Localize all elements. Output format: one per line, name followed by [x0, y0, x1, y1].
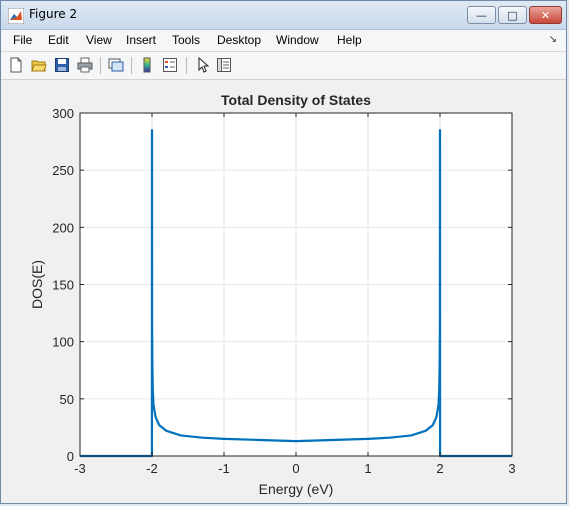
toolbar-separator	[186, 57, 187, 74]
property-inspector-button[interactable]	[215, 56, 233, 74]
y-tick-label: 300	[52, 106, 74, 121]
y-tick-label: 150	[52, 278, 74, 293]
maximize-button[interactable]: □	[498, 6, 527, 24]
insert-legend-icon	[163, 58, 177, 72]
figure-window: Figure 2 — □ ✕ File Edit View Insert Too…	[0, 0, 567, 504]
minimize-button[interactable]: —	[467, 6, 496, 24]
y-tick-label: 0	[67, 449, 74, 464]
menu-desktop[interactable]: Desktop	[217, 33, 261, 47]
toolbar-separator	[100, 57, 101, 74]
print-icon	[77, 57, 93, 73]
menu-window[interactable]: Window	[276, 33, 319, 47]
arrow-down-right-icon[interactable]: ↘	[549, 34, 557, 45]
x-tick-label: -1	[218, 461, 230, 476]
menu-tools[interactable]: Tools	[172, 33, 200, 47]
chart-title: Total Density of States	[221, 92, 371, 108]
menu-edit[interactable]: Edit	[48, 33, 69, 47]
x-tick-label: -2	[146, 461, 158, 476]
x-axis-label: Energy (eV)	[259, 481, 334, 497]
y-tick-label: 50	[60, 392, 74, 407]
property-inspector-icon	[217, 58, 231, 72]
x-tick-label: 2	[436, 461, 443, 476]
x-tick-label: -3	[74, 461, 86, 476]
link-plot-button[interactable]	[107, 56, 125, 74]
y-tick-label: 250	[52, 163, 74, 178]
edit-plot-pointer-icon	[198, 57, 210, 73]
new-figure-icon	[10, 57, 22, 73]
menu-bar: File Edit View Insert Tools Desktop Wind…	[1, 30, 566, 52]
minimize-icon: —	[476, 8, 487, 22]
maximize-icon: □	[507, 8, 518, 22]
dos-chart[interactable]: -3 -2 -1 0 1 2 3 0 50 100 150 200 250 300 Total Densi…	[1, 80, 568, 504]
menu-view[interactable]: View	[86, 33, 112, 47]
insert-legend-button[interactable]	[161, 56, 179, 74]
y-tick-label: 100	[52, 335, 74, 350]
open-file-icon	[31, 60, 47, 72]
toolbar-separator	[131, 57, 132, 74]
insert-colorbar-button[interactable]	[138, 56, 156, 74]
save-icon	[55, 58, 69, 72]
title-bar[interactable]: Figure 2 — □ ✕	[1, 1, 566, 30]
x-tick-label: 1	[364, 461, 371, 476]
new-figure-button[interactable]	[7, 56, 25, 74]
insert-colorbar-icon	[143, 57, 151, 73]
menu-help[interactable]: Help	[337, 33, 362, 47]
y-tick-label: 200	[52, 220, 74, 235]
figure-canvas: -3 -2 -1 0 1 2 3 0 50 100 150 200 250 300 Total Densi…	[1, 80, 566, 503]
toolbar	[1, 52, 566, 80]
print-button[interactable]	[76, 56, 94, 74]
window-title: Figure 2	[29, 7, 78, 21]
menu-file[interactable]: File	[13, 33, 32, 47]
y-axis-label: DOS(E)	[29, 260, 45, 309]
x-tick-label: 0	[292, 461, 299, 476]
close-button[interactable]: ✕	[529, 6, 562, 24]
matlab-logo-icon	[8, 8, 24, 24]
close-icon: ✕	[540, 8, 551, 22]
link-plot-icon	[108, 58, 124, 72]
save-button[interactable]	[53, 56, 71, 74]
x-tick-label: 3	[508, 461, 515, 476]
edit-plot-button[interactable]	[194, 56, 212, 74]
menu-insert[interactable]: Insert	[126, 33, 156, 47]
open-file-button[interactable]	[30, 56, 48, 74]
